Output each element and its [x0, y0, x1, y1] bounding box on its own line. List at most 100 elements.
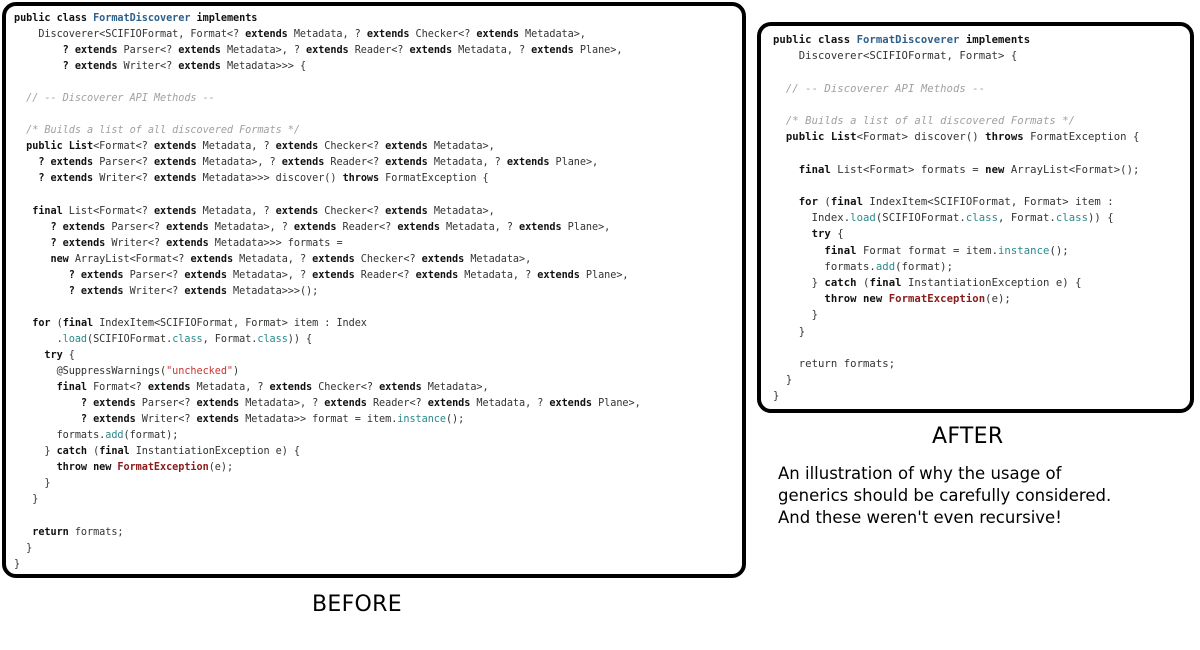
code-token: }: [14, 542, 33, 554]
code-token: throw new: [14, 462, 118, 474]
code-token: Checker<?: [318, 141, 386, 153]
code-token: FormatException {: [379, 173, 489, 185]
caption-line: An illustration of why the usage of: [778, 464, 1062, 483]
code-token: )) {: [287, 333, 313, 345]
code-token: extends: [293, 221, 337, 233]
code-token: Metadata, ?: [196, 141, 276, 153]
code-token: FormatException: [888, 293, 986, 306]
code-token: for: [773, 196, 818, 209]
code-token: add: [105, 430, 124, 442]
code-token: extends: [74, 45, 118, 57]
code-line: ? extends Parser<? extends Metadata>, ? …: [14, 155, 742, 171]
code-token: Parser<?: [135, 398, 197, 410]
code-line: Discoverer<SCIFIOFormat, Format> {: [773, 48, 1190, 64]
code-line: Discoverer<SCIFIOFormat, Format<? extend…: [14, 27, 742, 43]
code-token: , Format.: [998, 212, 1056, 225]
code-token: (: [856, 277, 870, 290]
code-line: formats.add(format);: [773, 259, 1190, 275]
code-token: public class: [14, 13, 94, 24]
code-token: ?: [14, 269, 81, 281]
code-token: try: [14, 349, 63, 361]
before-code-block: public class FormatDiscoverer implements…: [14, 11, 742, 573]
code-token: }: [773, 374, 793, 387]
code-line: // -- Discoverer API Methods --: [14, 91, 742, 107]
code-token: load: [62, 333, 88, 345]
code-token: Parser<?: [123, 269, 185, 281]
code-token: extends: [190, 253, 234, 265]
code-line: }: [14, 541, 742, 557]
code-token: }: [14, 494, 39, 506]
code-token: extends: [427, 398, 471, 410]
code-token: Metadata, ?: [458, 269, 538, 281]
code-line: public class FormatDiscoverer implements: [14, 11, 742, 27]
code-token: ?: [14, 237, 63, 249]
code-token: class: [965, 212, 998, 225]
code-token: extends: [269, 382, 313, 394]
before-code-panel: public class FormatDiscoverer implements…: [2, 2, 746, 578]
code-token: class: [172, 333, 203, 345]
code-token: extends: [93, 398, 136, 410]
code-line: ? extends Writer<? extends Metadata>> fo…: [14, 412, 742, 428]
code-token: Reader<?: [336, 221, 398, 233]
code-line: }: [773, 388, 1190, 404]
code-token: implements: [959, 34, 1031, 46]
code-line: final Format format = item.instance();: [773, 243, 1190, 259]
code-token: ?: [14, 398, 94, 410]
code-token: extends: [385, 157, 428, 169]
code-token: catch: [56, 446, 88, 458]
code-token: ): [233, 366, 240, 378]
code-token: extends: [178, 45, 221, 57]
code-token: extends: [147, 382, 191, 394]
code-token: final: [14, 382, 88, 394]
code-token: (: [818, 196, 831, 209]
code-line: }: [14, 476, 742, 492]
code-token: Reader<?: [366, 398, 428, 410]
code-token: extends: [421, 253, 465, 265]
code-token: Reader<?: [324, 157, 386, 169]
code-token: ArrayList<Format<?: [68, 253, 191, 265]
code-token: implements: [190, 13, 258, 24]
code-line: final List<Format> formats = new ArrayLi…: [773, 162, 1190, 178]
code-token: FormatException {: [1023, 131, 1140, 144]
code-token: extends: [93, 414, 136, 426]
code-token: extends: [312, 253, 355, 265]
code-line: public List<Format> discover() throws Fo…: [773, 129, 1190, 145]
code-token: List<Format> formats =: [830, 163, 986, 176]
code-token: Metadata, ?: [233, 253, 313, 265]
code-line: .load(SCIFIOFormat.class, Format.class))…: [14, 332, 742, 348]
code-token: ();: [445, 414, 465, 426]
code-token: instance: [397, 414, 446, 426]
code-token: {: [830, 228, 844, 241]
code-token: Metadata>,: [427, 141, 495, 153]
code-token: class: [257, 333, 288, 345]
code-token: Metadata>> format = item.: [239, 414, 398, 426]
code-token: Metadata, ?: [287, 29, 367, 41]
code-token: Metadata, ?: [452, 45, 532, 57]
code-token: // -- Discoverer API Methods --: [14, 93, 215, 105]
code-token: (e);: [985, 293, 1011, 306]
code-token: extends: [62, 221, 106, 233]
code-token: extends: [178, 61, 221, 73]
code-line: }: [14, 492, 742, 508]
code-token: Writer<?: [123, 285, 185, 297]
code-token: extends: [531, 45, 574, 57]
code-line: return formats;: [14, 525, 742, 541]
code-token: Metadata>,: [518, 29, 586, 41]
code-token: return formats;: [773, 358, 896, 371]
code-token: final: [773, 244, 857, 257]
after-label: AFTER: [932, 424, 1004, 449]
code-token: // -- Discoverer API Methods --: [773, 82, 986, 95]
code-token: Metadata>>> discover(): [196, 173, 343, 185]
code-token: }: [14, 478, 51, 490]
code-line: ? extends Parser<? extends Metadata>, ? …: [14, 43, 742, 59]
code-token: try: [773, 228, 831, 241]
code-line: ? extends Writer<? extends Metadata>>> d…: [14, 171, 742, 187]
code-token: extends: [385, 141, 428, 153]
code-token: Plane>,: [549, 157, 599, 169]
code-line: /* Builds a list of all discovered Forma…: [14, 123, 742, 139]
